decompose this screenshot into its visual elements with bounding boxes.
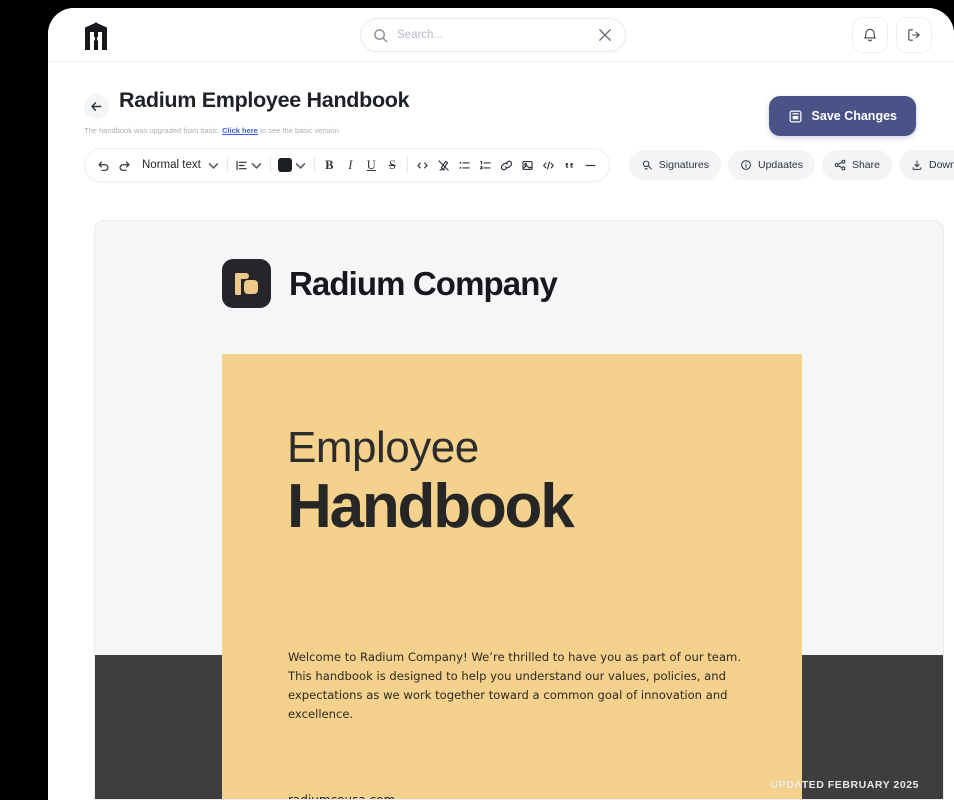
text-style-label: Normal text [142,159,201,171]
text-color-dropdown[interactable] [276,153,309,177]
share-button[interactable]: Share [821,150,892,180]
back-button[interactable] [84,94,109,119]
app-window: Radium Employee Handbook The handbook wa… [48,8,954,800]
block-quote-button[interactable] [560,153,579,177]
download-label: Download [928,159,954,171]
page-subtitle-before: The handbook was upgraded from basic. [84,126,222,135]
page-subtitle: The handbook was upgraded from basic. Cl… [84,126,339,135]
text-style-dropdown[interactable]: Normal text [136,153,222,177]
arrow-left-icon [91,102,102,111]
toolbar-divider [269,157,271,173]
updates-button[interactable]: Updaates [728,150,815,180]
redo-button[interactable] [115,153,134,177]
strikethrough-button[interactable]: S [383,153,402,177]
bell-icon [864,28,876,42]
page-header: Radium Employee Handbook The handbook wa… [48,62,954,148]
hero-body-text: Welcome to Radium Company! We’re thrille… [288,650,742,721]
bullet-list-icon [459,161,470,169]
hero-title-line2: Handbook [287,472,575,541]
updates-label: Updaates [758,159,803,171]
share-icon [834,159,846,171]
logout-icon [908,29,920,41]
save-icon [789,110,801,122]
insert-link-button[interactable] [497,153,516,177]
mark-arm [239,273,249,279]
bullet-list-button[interactable] [455,153,474,177]
redo-icon [119,160,130,171]
document-hero-panel: Employee Handbook Welcome to Radium Comp… [222,354,802,800]
document-brand-name: Radium Company [289,264,558,302]
document-updated-label: UPDATED FEBRUARY 2025 [770,779,919,791]
document-canvas[interactable]: Radium Company Employee Handbook Welcome… [94,220,944,800]
document-brand: Radium Company [222,259,558,308]
chevrons-left-right-icon [417,162,428,168]
clear-format-icon [438,159,449,171]
align-dropdown[interactable] [233,153,265,177]
insert-image-button[interactable] [518,153,537,177]
page-title: Radium Employee Handbook [119,88,410,112]
code-icon [542,160,554,170]
italic-button[interactable]: I [341,153,360,177]
share-label: Share [851,159,880,171]
clear-formatting-button[interactable] [434,153,453,177]
color-swatch-icon [277,158,292,172]
signatures-button[interactable]: Signatures [628,150,721,180]
link-icon [500,160,512,170]
basic-version-link[interactable]: Click here [222,126,258,135]
search-input[interactable] [388,29,597,41]
logout-button[interactable] [896,17,932,53]
image-icon [522,160,533,170]
top-bar [48,8,954,62]
numbered-list-button[interactable] [476,153,495,177]
chevron-down-icon [251,162,262,169]
quote-icon [565,162,573,168]
underline-button[interactable]: U [362,153,381,177]
chevron-down-icon [208,162,219,169]
download-icon [912,160,922,170]
numbered-list-icon [479,160,491,169]
topbar-actions [852,17,932,53]
undo-icon [98,160,109,171]
hero-website-url: radiumcousa.com [288,793,396,800]
radium-company-mark-icon [222,259,271,308]
save-changes-label: Save Changes [811,109,897,123]
bold-button[interactable]: B [320,153,339,177]
code-block-button[interactable] [539,153,558,177]
format-tool-group: Normal text B I U S [84,148,610,182]
save-changes-button[interactable]: Save Changes [768,96,916,136]
toolbar-divider [226,157,228,173]
search-icon [374,28,388,42]
chevron-down-icon [295,162,306,169]
clear-search-icon[interactable] [597,27,613,43]
hero-title-line1: Employee [287,423,479,472]
notifications-button[interactable] [852,17,888,53]
page-subtitle-after: to see the basic version [257,126,339,135]
mark-dot [244,280,258,294]
toolbar-divider [406,157,408,173]
radium-logo-icon[interactable] [81,20,111,52]
align-left-icon [236,160,247,170]
info-icon [741,160,751,170]
download-button[interactable]: Download [898,150,954,180]
undo-button[interactable] [94,153,113,177]
signatures-label: Signatures [658,159,709,171]
editor-toolbar: Normal text B I U S Signatures Updaates … [84,148,954,182]
horizontal-rule-button[interactable] [581,153,600,177]
script-button[interactable] [413,153,432,177]
signature-icon [642,160,652,170]
minus-icon [585,164,596,166]
toolbar-divider [313,157,315,173]
toolbar-actions: Signatures Updaates Share Down [628,150,954,180]
search-bar[interactable] [360,18,626,52]
